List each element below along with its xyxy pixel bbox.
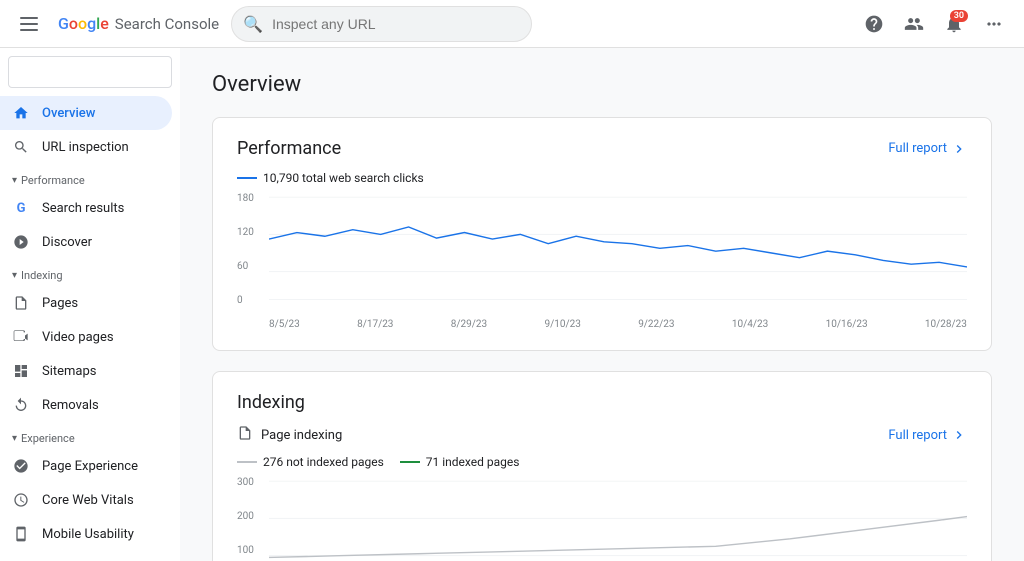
sidebar-search-input[interactable] bbox=[8, 56, 172, 88]
url-search-bar[interactable]: 🔍 bbox=[231, 6, 531, 42]
performance-x-labels: 8/5/23 8/17/23 8/29/23 9/10/23 9/22/23 1… bbox=[269, 319, 967, 330]
indexed-legend: 71 indexed pages bbox=[400, 455, 520, 469]
indexing-card-title: Indexing bbox=[237, 392, 305, 413]
performance-y-labels: 180 120 60 0 bbox=[237, 193, 265, 306]
page-experience-icon bbox=[12, 457, 30, 475]
performance-chart-area bbox=[269, 193, 967, 317]
sidebar-core-web-vitals-label: Core Web Vitals bbox=[42, 493, 134, 508]
google-logo: Google bbox=[58, 14, 109, 33]
indexing-page-indexing-row: Page indexing Full report bbox=[237, 425, 967, 445]
core-web-vitals-icon bbox=[12, 491, 30, 509]
sidebar-item-video-pages[interactable]: Video pages bbox=[0, 320, 172, 354]
main-layout: Overview URL inspection ▾ Performance G … bbox=[0, 48, 1024, 561]
page-indexing-icon bbox=[237, 425, 253, 445]
performance-full-report-link[interactable]: Full report bbox=[888, 141, 967, 157]
topbar-icons: 30 bbox=[856, 6, 1012, 42]
indexing-y-labels: 300 200 100 0 bbox=[237, 477, 265, 561]
sidebar-item-mobile-usability[interactable]: Mobile Usability bbox=[0, 517, 172, 551]
sidebar-section-indexing: ▾ Indexing bbox=[0, 259, 180, 286]
discover-icon bbox=[12, 233, 30, 251]
indexing-chart-svg bbox=[269, 477, 967, 561]
sidebar-search-box[interactable] bbox=[8, 56, 172, 88]
sidebar-item-pages[interactable]: Pages bbox=[0, 286, 172, 320]
performance-legend-line bbox=[237, 177, 257, 179]
sidebar-sitemaps-label: Sitemaps bbox=[42, 364, 97, 379]
sidebar-section-performance: ▾ Performance bbox=[0, 164, 180, 191]
menu-button[interactable] bbox=[12, 9, 46, 39]
sitemaps-icon bbox=[12, 362, 30, 380]
google-g-icon: G bbox=[12, 199, 30, 217]
notifications-button[interactable]: 30 bbox=[936, 6, 972, 42]
indexing-card: Indexing Page indexing Full report 276 n bbox=[212, 371, 992, 561]
page-indexing-text: Page indexing bbox=[261, 428, 342, 443]
app-name: Search Console bbox=[115, 15, 219, 33]
performance-chart: 180 120 60 0 8/5/23 8/17/23 bbox=[237, 193, 967, 330]
account-button[interactable] bbox=[896, 6, 932, 42]
sidebar-page-experience-label: Page Experience bbox=[42, 459, 138, 474]
sidebar-mobile-usability-label: Mobile Usability bbox=[42, 527, 134, 542]
topbar: Google Search Console 🔍 30 bbox=[0, 0, 1024, 48]
removals-icon bbox=[12, 396, 30, 414]
indexing-chart: 300 200 100 0 bbox=[237, 477, 967, 561]
home-icon bbox=[12, 104, 30, 122]
indexed-line bbox=[400, 461, 420, 463]
sidebar-item-sitemaps[interactable]: Sitemaps bbox=[0, 354, 172, 388]
indexing-full-report-link[interactable]: Full report bbox=[888, 427, 967, 443]
indexing-chart-area bbox=[269, 477, 967, 561]
sidebar-url-inspection-label: URL inspection bbox=[42, 140, 129, 155]
sidebar-item-overview[interactable]: Overview bbox=[0, 96, 172, 130]
sidebar-video-pages-label: Video pages bbox=[42, 330, 114, 345]
pages-icon bbox=[12, 294, 30, 312]
content-area: Overview Performance Full report 10,790 … bbox=[180, 48, 1024, 561]
performance-card-title: Performance bbox=[237, 138, 341, 159]
help-button[interactable] bbox=[856, 6, 892, 42]
sidebar-section-experience: ▾ Experience bbox=[0, 422, 180, 449]
sidebar-section-enhancements: ▾ Enhancements bbox=[0, 551, 180, 561]
performance-chart-svg bbox=[269, 193, 967, 313]
not-indexed-legend: 276 not indexed pages bbox=[237, 455, 384, 469]
sidebar-item-core-web-vitals[interactable]: Core Web Vitals bbox=[0, 483, 172, 517]
not-indexed-line bbox=[237, 461, 257, 463]
sidebar-overview-label: Overview bbox=[42, 106, 95, 121]
sidebar-removals-label: Removals bbox=[42, 398, 99, 413]
apps-button[interactable] bbox=[976, 6, 1012, 42]
app-logo: Google Search Console bbox=[58, 14, 219, 33]
url-inspection-icon bbox=[12, 138, 30, 156]
sidebar-item-discover[interactable]: Discover bbox=[0, 225, 172, 259]
performance-card: Performance Full report 10,790 total web… bbox=[212, 117, 992, 351]
indexing-legend: 276 not indexed pages 71 indexed pages bbox=[237, 455, 967, 469]
sidebar-search-results-label: Search results bbox=[42, 201, 124, 216]
page-title: Overview bbox=[212, 72, 992, 97]
performance-legend-text: 10,790 total web search clicks bbox=[263, 171, 424, 185]
search-icon: 🔍 bbox=[243, 14, 263, 33]
sidebar-pages-label: Pages bbox=[42, 296, 78, 311]
video-pages-icon bbox=[12, 328, 30, 346]
page-indexing-label: Page indexing bbox=[237, 425, 342, 445]
indexing-card-header: Indexing bbox=[237, 392, 967, 413]
sidebar-item-page-experience[interactable]: Page Experience bbox=[0, 449, 172, 483]
sidebar-item-removals[interactable]: Removals bbox=[0, 388, 172, 422]
mobile-usability-icon bbox=[12, 525, 30, 543]
sidebar: Overview URL inspection ▾ Performance G … bbox=[0, 48, 180, 561]
sidebar-discover-label: Discover bbox=[42, 235, 92, 250]
not-indexed-text: 276 not indexed pages bbox=[263, 455, 384, 469]
performance-legend: 10,790 total web search clicks bbox=[237, 171, 967, 185]
performance-card-header: Performance Full report bbox=[237, 138, 967, 159]
indexed-text: 71 indexed pages bbox=[426, 455, 520, 469]
url-search-input[interactable] bbox=[231, 6, 531, 42]
sidebar-item-url-inspection[interactable]: URL inspection bbox=[0, 130, 172, 164]
sidebar-item-search-results[interactable]: G Search results bbox=[0, 191, 172, 225]
notification-count: 30 bbox=[950, 10, 968, 22]
